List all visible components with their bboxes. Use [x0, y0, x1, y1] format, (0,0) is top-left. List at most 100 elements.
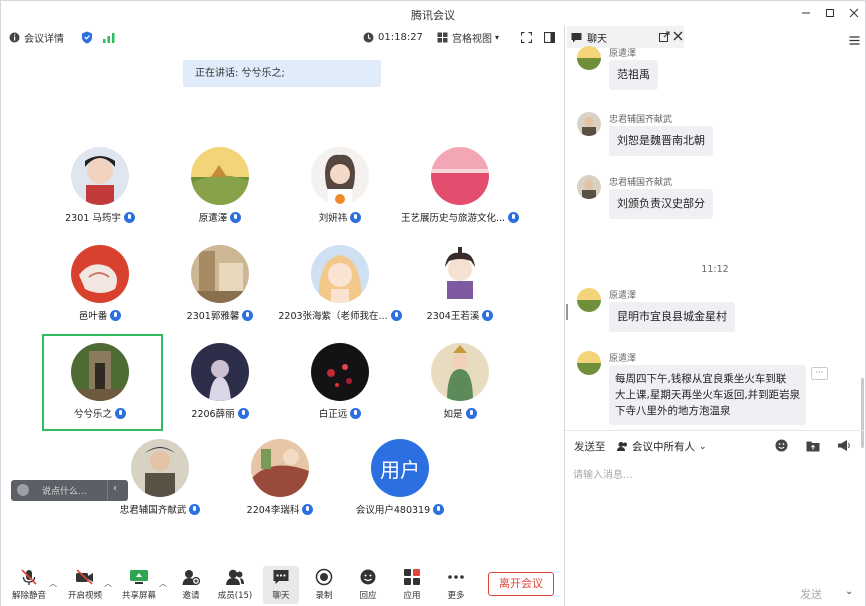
add-person-icon: [180, 566, 202, 588]
share-options-chevron-icon[interactable]: ︿: [159, 578, 167, 589]
long-message-bubble: 每周四下午,钱穆从宜良乘坐火车到联 大上课,星期天再坐火车返回,并到距岩泉 下寺…: [609, 365, 807, 425]
chat-panel: 聊天 原遣澤 范祖禹 忠君辅国齐献武 刘恕是魏晋南北朝 忠君辅国齐献武 刘颁负责…: [565, 26, 865, 606]
chevron-down-icon: ▾: [495, 32, 500, 42]
emoji-icon[interactable]: [775, 437, 788, 456]
avatar: [191, 147, 249, 205]
maximize-icon[interactable]: [819, 3, 841, 23]
close-chat-icon[interactable]: [673, 31, 683, 44]
participant-tile[interactable]: 2304王若溪: [400, 245, 520, 341]
mic-icon: [242, 309, 254, 321]
more-dots-icon: [445, 566, 467, 588]
record-button[interactable]: 录制: [306, 566, 342, 604]
host-badge-icon: [334, 193, 346, 205]
tab-chat[interactable]: 聊天: [567, 26, 684, 48]
avatar: [431, 245, 489, 303]
announcement-icon[interactable]: [837, 437, 851, 456]
send-target-dropdown[interactable]: 会议中所有人 ⌄: [617, 439, 707, 454]
chevron-down-icon: ⌄: [699, 441, 707, 452]
participant-tile[interactable]: 王艺展历史与旅游文化...: [400, 147, 520, 243]
mic-icon: [110, 309, 122, 321]
close-icon[interactable]: [843, 3, 865, 23]
apps-icon: [401, 566, 423, 588]
camera-off-icon: [74, 566, 96, 588]
mic-icon: [302, 503, 314, 515]
clock-icon: [363, 32, 374, 42]
participant-tile[interactable]: 如是: [400, 343, 520, 439]
chat-timestamp: 11:12: [701, 264, 729, 275]
speaking-indicator: 正在讲话: 兮兮乐之;: [183, 60, 381, 87]
members-icon: [224, 566, 246, 588]
participant-tile[interactable]: 2301 马筠宇: [40, 147, 160, 243]
meeting-top-toolbar: 会议详情 01:18:27 宫格视图 ▾: [1, 26, 564, 48]
invite-button[interactable]: 邀请: [173, 566, 209, 604]
title-bar: 腾讯会议: [1, 1, 865, 26]
fullscreen-icon[interactable]: [521, 29, 532, 45]
participant-tile[interactable]: 2206薛丽: [160, 343, 280, 439]
participant-tile[interactable]: 邑叶番: [40, 245, 160, 341]
chat-button[interactable]: 聊天: [263, 566, 299, 604]
record-icon: [313, 566, 335, 588]
message-more-button[interactable]: ···: [811, 367, 828, 380]
participant-tile[interactable]: 2203张海紫（老师我在...: [278, 245, 402, 341]
mic-icon: [508, 211, 520, 223]
avatar: [311, 245, 369, 303]
emoji-react-icon: [357, 566, 379, 588]
mic-icon: [230, 211, 242, 223]
sender-avatar: [577, 112, 601, 136]
app-window: 腾讯会议 会议详情 01:18:27 宫格视图 ▾ 正在讲话: 兮兮乐之; 23…: [0, 0, 866, 606]
mic-icon: [237, 407, 249, 419]
participant-tile[interactable]: 刘妍祎: [280, 147, 400, 243]
minimize-icon[interactable]: [795, 3, 817, 23]
meeting-timer: 01:18:27: [363, 29, 423, 45]
participant-name: 会议用户480319: [320, 501, 480, 517]
participant-tile[interactable]: 白正远: [280, 343, 400, 439]
meeting-details-button[interactable]: 会议详情: [9, 29, 64, 45]
participant-tile[interactable]: 兮兮乐之: [40, 343, 160, 439]
window-title: 腾讯会议: [411, 9, 455, 22]
emoji-icon[interactable]: [17, 484, 29, 496]
avatar: [251, 439, 309, 497]
video-options-chevron-icon[interactable]: ︿: [104, 578, 112, 589]
leave-meeting-button[interactable]: 离开会议: [488, 572, 554, 596]
more-button[interactable]: 更多: [438, 566, 474, 604]
chat-message-input[interactable]: 请输入消息...: [573, 466, 633, 481]
collapse-chevron-icon[interactable]: ‹: [113, 483, 117, 494]
sidebar-toggle-icon[interactable]: [544, 29, 555, 45]
avatar: [311, 343, 369, 401]
members-button[interactable]: 成员(15): [217, 566, 253, 604]
resize-handle[interactable]: [566, 304, 568, 320]
participant-tile[interactable]: 原遣澤: [160, 147, 280, 243]
mic-muted-icon: [18, 566, 40, 588]
view-mode-button[interactable]: 宫格视图 ▾: [437, 29, 499, 45]
participant-tile[interactable]: 用户 会议用户480319: [340, 439, 460, 535]
participant-tile[interactable]: 2204李瑞科: [220, 439, 340, 535]
share-screen-button[interactable]: 共享屏幕: [121, 566, 157, 604]
send-options-chevron-icon[interactable]: ⌄: [845, 586, 853, 597]
participant-name: 2304王若溪: [380, 307, 540, 323]
file-upload-icon[interactable]: [806, 437, 820, 456]
meeting-control-bar: 解除静音 ︿ 开启视频 ︿ 共享屏幕 ︿ 邀请 成员(15) 聊天 录制 回应 …: [1, 564, 564, 606]
security-shield-icon[interactable]: [81, 29, 93, 45]
mic-icon: [465, 407, 477, 419]
participant-name: 如是: [380, 405, 540, 421]
mic-icon: [189, 503, 201, 515]
send-button[interactable]: 发送: [800, 586, 822, 602]
share-screen-icon: [128, 566, 150, 588]
signal-icon[interactable]: [102, 29, 116, 45]
mic-icon: [482, 309, 494, 321]
participant-tile[interactable]: 2301郭雅馨: [160, 245, 280, 341]
people-icon: [617, 442, 627, 451]
popout-icon[interactable]: [659, 31, 670, 45]
mic-options-chevron-icon[interactable]: ︿: [49, 578, 57, 589]
sender-avatar: [577, 46, 601, 70]
unmute-button[interactable]: 解除静音: [11, 566, 47, 604]
grid-icon: [437, 32, 448, 42]
mic-icon: [433, 503, 445, 515]
react-button[interactable]: 回应: [350, 566, 386, 604]
chat-panel-header: 聊天: [565, 26, 865, 48]
quick-chat-input[interactable]: 说点什么... ‹: [11, 480, 128, 501]
chat-message-list[interactable]: 原遣澤 范祖禹 忠君辅国齐献武 刘恕是魏晋南北朝 忠君辅国齐献武 刘颁负责汉史部…: [565, 46, 865, 448]
avatar: [431, 343, 489, 401]
start-video-button[interactable]: 开启视频: [67, 566, 103, 604]
apps-button[interactable]: 应用: [394, 566, 430, 604]
